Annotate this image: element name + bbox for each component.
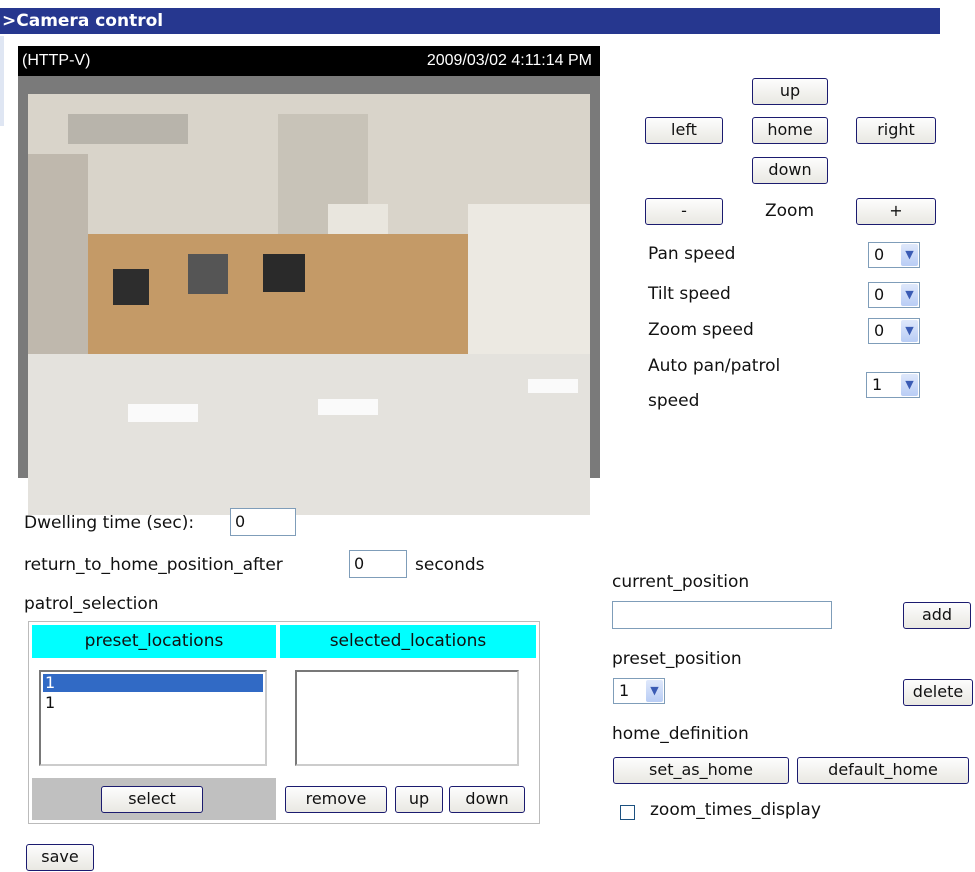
- zoom-times-display-label: zoom_times_display: [650, 800, 821, 820]
- preset-locations-list[interactable]: 1 1: [39, 670, 267, 766]
- home-button[interactable]: home: [752, 117, 828, 144]
- dwelling-time-input[interactable]: 0: [230, 508, 296, 536]
- zoom-speed-select[interactable]: 0 ▼: [868, 318, 920, 344]
- pan-up-button[interactable]: up: [752, 78, 828, 105]
- zoom-times-display-checkbox[interactable]: [620, 805, 635, 820]
- selected-locations-header: selected_locations: [280, 625, 536, 658]
- zoom-label: Zoom: [765, 201, 815, 221]
- return-home-unit: seconds: [415, 555, 485, 575]
- tilt-speed-value: 0: [874, 285, 885, 304]
- return-home-input[interactable]: 0: [349, 550, 407, 578]
- preset-item-1: 1: [45, 673, 56, 692]
- video-timestamp: 2009/03/02 4:11:14 PM: [426, 52, 592, 69]
- default-home-button[interactable]: default_home: [797, 757, 969, 784]
- list-item[interactable]: 1: [43, 674, 263, 692]
- tilt-speed-label: Tilt speed: [648, 284, 731, 304]
- zoom-speed-value: 0: [874, 321, 885, 340]
- preset-position-label: preset_position: [612, 649, 742, 669]
- video-header: (HTTP-V) 2009/03/02 4:11:14 PM: [18, 46, 600, 76]
- pan-speed-select[interactable]: 0 ▼: [868, 242, 920, 268]
- patrol-table: preset_locations selected_locations 1 1 …: [28, 621, 540, 824]
- chevron-down-icon: ▼: [901, 284, 918, 306]
- auto-speed-label-line2: speed: [648, 391, 700, 411]
- chevron-down-icon: ▼: [901, 244, 918, 266]
- current-position-input[interactable]: [612, 601, 832, 629]
- page-title: >Camera control: [2, 11, 164, 31]
- save-button[interactable]: save: [26, 844, 94, 871]
- auto-speed-value: 1: [872, 375, 883, 394]
- remove-button[interactable]: remove: [285, 786, 387, 813]
- auto-speed-label-line1: Auto pan/patrol: [648, 356, 781, 376]
- return-home-label: return_to_home_position_after: [24, 555, 283, 575]
- selected-locations-list[interactable]: [295, 670, 519, 766]
- move-down-button[interactable]: down: [449, 786, 525, 813]
- chevron-down-icon: ▼: [901, 374, 918, 396]
- auto-speed-select[interactable]: 1 ▼: [866, 372, 920, 398]
- delete-button[interactable]: delete: [903, 679, 973, 706]
- video-mode: (HTTP-V): [22, 52, 91, 69]
- camera-image: [28, 94, 590, 515]
- preset-position-select[interactable]: 1 ▼: [613, 678, 665, 704]
- left-edge-strip: [0, 36, 4, 126]
- title-bar: >Camera control: [0, 0, 940, 36]
- zoom-out-button[interactable]: -: [645, 198, 723, 225]
- pan-speed-value: 0: [874, 245, 885, 264]
- pan-speed-label: Pan speed: [648, 244, 736, 264]
- current-position-label: current_position: [612, 572, 750, 592]
- patrol-selection-label: patrol_selection: [24, 594, 159, 614]
- tilt-speed-select[interactable]: 0 ▼: [868, 282, 920, 308]
- move-up-button[interactable]: up: [395, 786, 443, 813]
- add-button[interactable]: add: [903, 602, 971, 629]
- camera-scene: [28, 94, 590, 515]
- zoom-speed-label: Zoom speed: [648, 320, 754, 340]
- dwelling-time-label: Dwelling time (sec):: [24, 513, 195, 533]
- pan-right-button[interactable]: right: [856, 117, 936, 144]
- preset-locations-header: preset_locations: [32, 625, 276, 658]
- select-button[interactable]: select: [101, 786, 203, 813]
- list-item[interactable]: 1: [43, 694, 263, 712]
- zoom-in-button[interactable]: +: [856, 198, 936, 225]
- chevron-down-icon: ▼: [646, 680, 663, 702]
- preset-position-value: 1: [619, 681, 630, 700]
- home-definition-label: home_definition: [612, 724, 749, 744]
- video-panel: (HTTP-V) 2009/03/02 4:11:14 PM: [18, 46, 600, 515]
- chevron-down-icon: ▼: [901, 320, 918, 342]
- pan-down-button[interactable]: down: [752, 157, 828, 184]
- pan-left-button[interactable]: left: [645, 117, 723, 144]
- set-as-home-button[interactable]: set_as_home: [613, 757, 789, 784]
- preset-item-2: 1: [45, 693, 56, 712]
